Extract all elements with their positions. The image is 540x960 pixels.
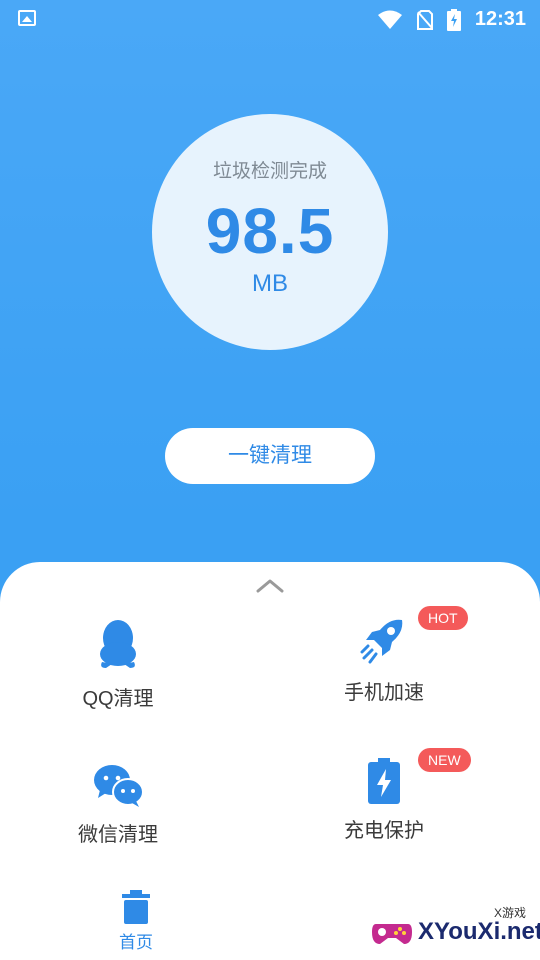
hot-badge: HOT xyxy=(418,606,468,630)
junk-result-circle: 垃圾检测完成 98.5 MB xyxy=(152,114,388,350)
battery-bolt-icon xyxy=(368,758,400,804)
image-icon xyxy=(18,10,36,26)
watermark-text: XYouXi.net xyxy=(418,918,540,945)
qq-penguin-icon xyxy=(100,620,136,668)
one-click-clean-button[interactable]: 一键清理 xyxy=(165,428,375,484)
no-sim-icon xyxy=(416,9,433,30)
junk-size-value: 98.5 xyxy=(205,195,335,267)
status-bar: 12:31 xyxy=(0,0,540,40)
wifi-icon xyxy=(377,10,402,29)
status-icons: 12:31 xyxy=(377,8,526,31)
gamepad-logo-icon xyxy=(372,924,412,944)
new-badge: NEW xyxy=(418,748,471,772)
result-label: 垃圾检测完成 xyxy=(212,161,327,182)
tab-home-label: 首页 xyxy=(119,933,153,952)
battery-charging-icon xyxy=(446,8,461,31)
feature-wechat-clean[interactable]: 微信清理 xyxy=(18,762,218,847)
trash-can-icon xyxy=(122,890,150,924)
feature-wechat-clean-label: 微信清理 xyxy=(78,824,158,846)
feature-qq-clean-label: QQ清理 xyxy=(82,688,154,710)
chevron-up-icon[interactable] xyxy=(255,578,285,594)
watermark: X游戏 XYouXi.net xyxy=(366,896,540,960)
clock: 12:31 xyxy=(474,8,526,30)
rocket-icon xyxy=(360,619,403,664)
feature-qq-clean[interactable]: QQ清理 xyxy=(18,618,218,711)
feature-phone-speedup-label: 手机加速 xyxy=(344,682,424,704)
feature-charge-protection-label: 充电保护 xyxy=(344,820,424,842)
tab-home[interactable]: 首页 xyxy=(104,890,168,953)
junk-size-unit: MB xyxy=(252,270,288,297)
wechat-icon xyxy=(94,765,144,807)
